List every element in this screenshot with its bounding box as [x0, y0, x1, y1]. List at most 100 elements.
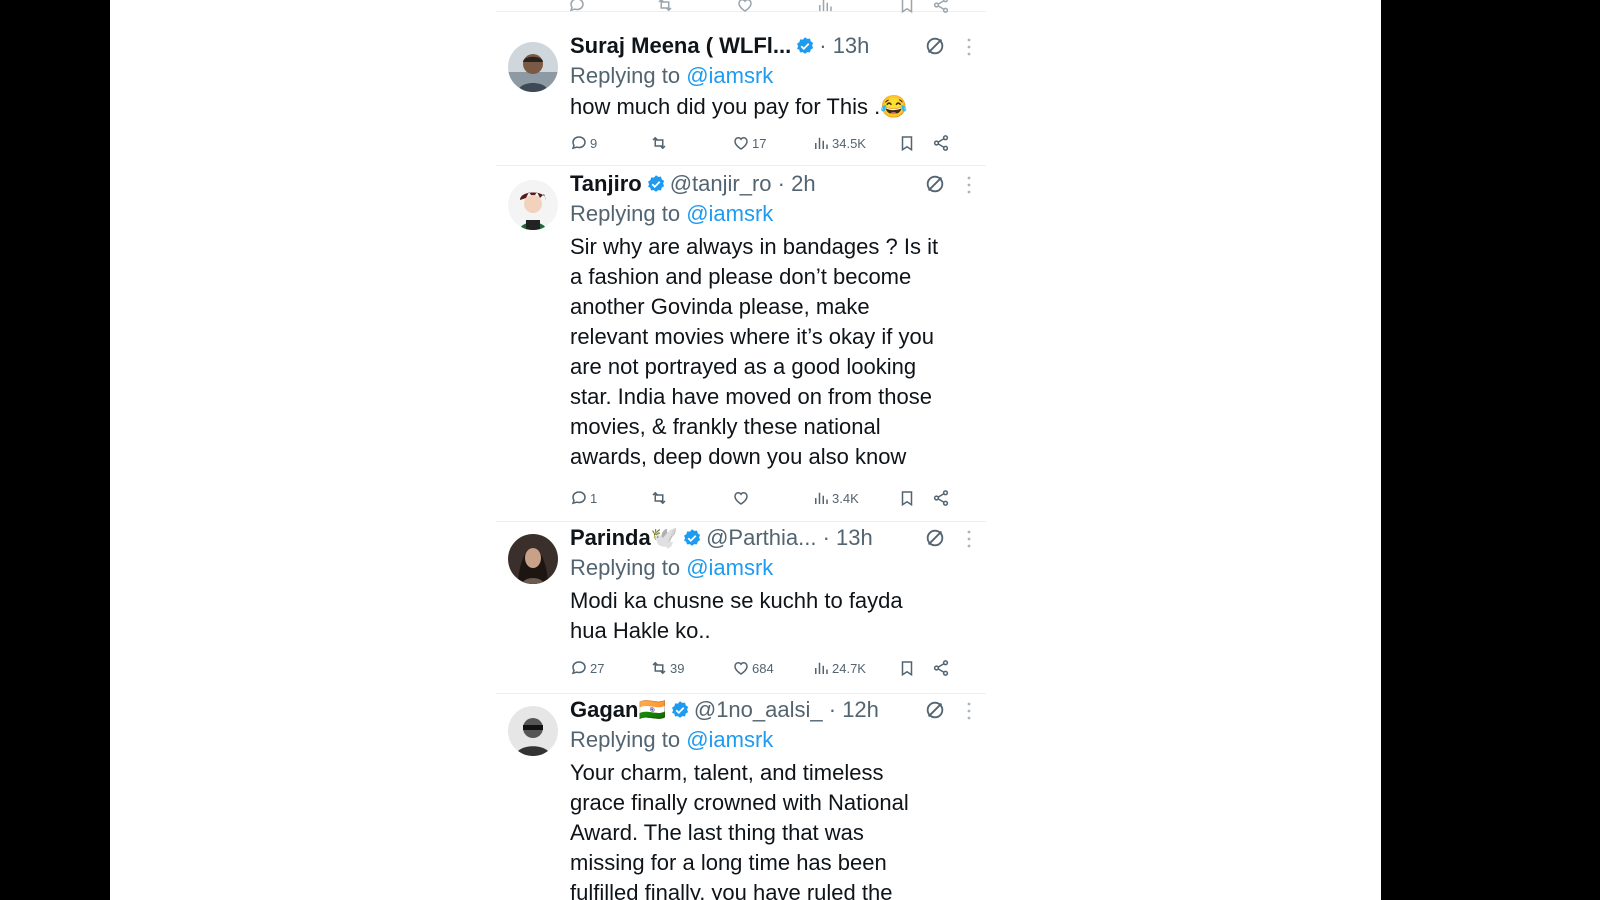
share-icon	[933, 135, 949, 151]
like-icon	[734, 491, 748, 505]
like-button[interactable]	[732, 487, 752, 509]
display-name[interactable]: Gagan🇮🇳	[570, 697, 666, 722]
tweet-text-line: Modi ka chusne se kuchh to fayda	[570, 588, 903, 613]
timestamp[interactable]: · 12h	[829, 697, 879, 722]
letterbox-right	[1381, 0, 1600, 900]
handle[interactable]: @tanjir_ro	[670, 171, 772, 196]
avatar[interactable]	[508, 180, 558, 230]
tweet-text-line: fulfilled finally, you have ruled the	[570, 880, 893, 900]
tweet-text-line: Award. The last thing that was	[570, 820, 864, 845]
tweet-actions: 9 17 34.5K	[570, 132, 960, 154]
mention-link[interactable]: @iamsrk	[686, 555, 773, 580]
replying-to-label: Replying to	[570, 201, 681, 226]
handle[interactable]: @Parthia...	[706, 525, 816, 550]
views-button[interactable]: 34.5K	[812, 132, 866, 154]
display-name[interactable]: Parinda🕊️	[570, 525, 678, 550]
like-button[interactable]: 684	[732, 657, 774, 679]
views-count: 24.7K	[832, 660, 866, 676]
verified-badge-icon	[684, 529, 701, 546]
share-icon	[933, 660, 949, 676]
replying-to: Replying to @iamsrk	[570, 726, 773, 754]
tweet-card[interactable]: Tanjiro @tanjir_ro · 2h Replying to @iams…	[496, 166, 986, 522]
reply-feed[interactable]: Suraj Meena ( WLFl... · 13h Replying to @…	[496, 0, 986, 900]
retweet-icon	[652, 491, 666, 505]
replying-to-label: Replying to	[570, 727, 681, 752]
tweet-text: how much did you pay for This .😂	[570, 92, 970, 122]
tweet-text-line: missing for a long time has been	[570, 850, 887, 875]
retweet-button[interactable]	[650, 487, 670, 509]
avatar[interactable]	[508, 706, 558, 756]
tweet-text: Modi ka chusne se kuchh to fayda hua Hak…	[570, 586, 970, 646]
display-name[interactable]: Tanjiro	[570, 171, 642, 196]
bookmark-button[interactable]	[898, 132, 916, 154]
like-button[interactable]: 17	[732, 132, 766, 154]
timestamp[interactable]: · 13h	[823, 525, 873, 550]
grok-icon[interactable]	[924, 699, 946, 721]
like-icon	[734, 136, 748, 150]
grok-icon[interactable]	[924, 35, 946, 57]
handle[interactable]: @1no_aalsi_	[694, 697, 823, 722]
replying-to-label: Replying to	[570, 555, 681, 580]
tweet-actions: 27 39 684 24.7K	[570, 657, 960, 679]
tweet-text-line: relevant movies where it’s okay if you	[570, 324, 934, 349]
replying-to: Replying to @iamsrk	[570, 200, 773, 228]
views-icon	[815, 492, 828, 504]
tweet-text-line: Sir why are always in bandages ? Is it	[570, 234, 939, 259]
share-button[interactable]	[932, 132, 950, 154]
reply-button[interactable]: 27	[570, 657, 604, 679]
more-icon[interactable]	[966, 701, 972, 721]
tweet-card[interactable]: Gagan🇮🇳 @1no_aalsi_ · 12h Replying to @ia…	[496, 694, 986, 900]
timestamp[interactable]: · 2h	[778, 171, 816, 196]
views-icon	[815, 137, 828, 149]
grok-icon[interactable]	[924, 527, 946, 549]
reply-count: 9	[590, 135, 598, 151]
reply-button[interactable]: 9	[570, 132, 597, 154]
tweet-card[interactable]: Parinda🕊️ @Parthia... · 13h Replying to @…	[496, 522, 986, 694]
avatar[interactable]	[508, 534, 558, 584]
bookmark-button[interactable]	[898, 487, 916, 509]
grok-icon[interactable]	[924, 173, 946, 195]
tweet-text-line: are not portrayed as a good looking	[570, 354, 917, 379]
tweet-header: Parinda🕊️ @Parthia... · 13h	[570, 524, 966, 552]
replying-to: Replying to @iamsrk	[570, 62, 773, 90]
tweet-text-line: hua Hakle ko..	[570, 618, 711, 643]
tweet-text-line: another Govinda please, make	[570, 294, 870, 319]
share-button[interactable]	[932, 657, 950, 679]
bookmark-icon	[901, 491, 913, 507]
mention-link[interactable]: @iamsrk	[686, 201, 773, 226]
tweet-text-line: movies, & frankly these national	[570, 414, 881, 439]
replying-to-label: Replying to	[570, 63, 681, 88]
retweet-icon	[652, 136, 666, 150]
tweet-header: Gagan🇮🇳 @1no_aalsi_ · 12h	[570, 696, 966, 724]
retweet-button[interactable]	[650, 132, 670, 154]
letterbox-left	[0, 0, 110, 900]
verified-badge-icon	[671, 701, 688, 718]
share-icon	[933, 490, 949, 506]
retweet-count: 39	[670, 660, 685, 676]
tweet-card[interactable]: Suraj Meena ( WLFl... · 13h Replying to @…	[496, 12, 986, 166]
more-icon[interactable]	[966, 529, 972, 549]
views-button[interactable]: 3.4K	[812, 487, 859, 509]
tweet-text-line: star. India have moved on from those	[570, 384, 932, 409]
avatar[interactable]	[508, 42, 558, 92]
mention-link[interactable]: @iamsrk	[686, 63, 773, 88]
retweet-button[interactable]: 39	[650, 657, 684, 679]
verified-badge-icon	[647, 175, 664, 192]
share-button[interactable]	[932, 487, 950, 509]
more-icon[interactable]	[966, 175, 972, 195]
tweet-text: Your charm, talent, and timeless grace f…	[570, 758, 970, 900]
views-button[interactable]: 24.7K	[812, 657, 866, 679]
more-icon[interactable]	[966, 37, 972, 57]
mention-link[interactable]: @iamsrk	[686, 727, 773, 752]
tweet-text-line: grace finally crowned with National	[570, 790, 909, 815]
display-name[interactable]: Suraj Meena ( WLFl...	[570, 33, 791, 58]
reply-button[interactable]: 1	[570, 487, 597, 509]
verified-badge-icon	[797, 37, 814, 54]
timestamp[interactable]: · 13h	[819, 33, 869, 58]
tweet-text: Sir why are always in bandages ? Is it a…	[570, 232, 970, 472]
reply-count: 1	[590, 490, 598, 506]
bookmark-button[interactable]	[898, 657, 916, 679]
replying-to: Replying to @iamsrk	[570, 554, 773, 582]
like-count: 684	[752, 660, 774, 676]
previous-tweet-actions	[496, 0, 986, 14]
